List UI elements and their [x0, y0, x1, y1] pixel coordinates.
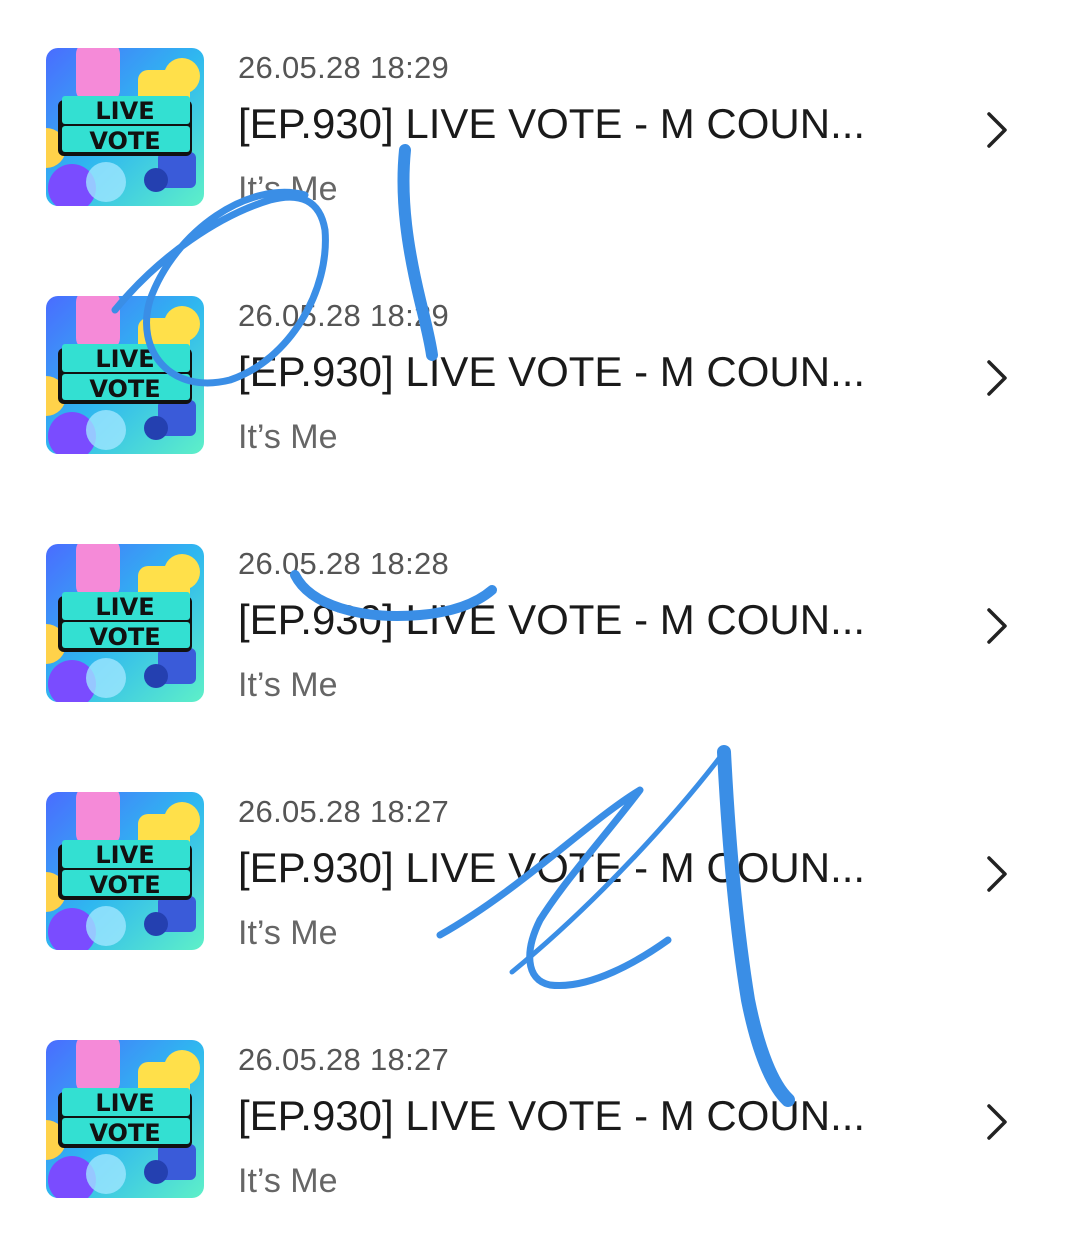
list-item[interactable]: LIVE VOTE 26.05.28 18:27 [EP.930] LIVE V… [0, 1040, 1080, 1240]
list-item[interactable]: LIVE VOTE 26.05.28 18:27 [EP.930] LIVE V… [0, 792, 1080, 992]
item-title[interactable]: [EP.930] LIVE VOTE - M COUN... [238, 596, 865, 644]
timestamp: 26.05.28 18:27 [238, 1042, 450, 1077]
artist-name: It’s Me [238, 170, 338, 208]
item-title[interactable]: [EP.930] LIVE VOTE - M COUN... [238, 100, 865, 148]
chevron-right-icon[interactable] [980, 358, 1012, 398]
thumb-text-line1: LIVE [95, 1089, 154, 1117]
live-vote-thumbnail: LIVE VOTE [46, 544, 204, 702]
thumb-text-line2: VOTE [89, 375, 160, 403]
thumb-text-line2: VOTE [89, 871, 160, 899]
item-title[interactable]: [EP.930] LIVE VOTE - M COUN... [238, 348, 865, 396]
list-item[interactable]: LIVE VOTE 26.05.28 18:29 [EP.930] LIVE V… [0, 296, 1080, 496]
timestamp: 26.05.28 18:29 [238, 50, 450, 85]
thumb-text-line1: LIVE [95, 97, 154, 125]
chevron-right-icon[interactable] [980, 606, 1012, 646]
live-vote-thumbnail: LIVE VOTE [46, 296, 204, 454]
item-title[interactable]: [EP.930] LIVE VOTE - M COUN... [238, 844, 865, 892]
list-item[interactable]: LIVE VOTE 26.05.28 18:29 [EP.930] LIVE V… [0, 48, 1080, 248]
item-title[interactable]: [EP.930] LIVE VOTE - M COUN... [238, 1092, 865, 1140]
timestamp: 26.05.28 18:28 [238, 546, 450, 581]
chevron-right-icon[interactable] [980, 110, 1012, 150]
chevron-right-icon[interactable] [980, 854, 1012, 894]
thumb-text-line1: LIVE [95, 345, 154, 373]
thumb-text-line2: VOTE [89, 127, 160, 155]
timestamp: 26.05.28 18:27 [238, 794, 450, 829]
artist-name: It’s Me [238, 666, 338, 704]
artist-name: It’s Me [238, 914, 338, 952]
chevron-right-icon[interactable] [980, 1102, 1012, 1142]
live-vote-thumbnail: LIVE VOTE [46, 48, 204, 206]
timestamp: 26.05.28 18:29 [238, 298, 450, 333]
artist-name: It’s Me [238, 1162, 338, 1200]
list-item[interactable]: LIVE VOTE 26.05.28 18:28 [EP.930] LIVE V… [0, 544, 1080, 744]
thumb-text-line1: LIVE [95, 593, 154, 621]
artist-name: It’s Me [238, 418, 338, 456]
thumb-text-line2: VOTE [89, 1119, 160, 1147]
thumb-text-line1: LIVE [95, 841, 154, 869]
thumb-text-line2: VOTE [89, 623, 160, 651]
live-vote-thumbnail: LIVE VOTE [46, 1040, 204, 1198]
live-vote-thumbnail: LIVE VOTE [46, 792, 204, 950]
